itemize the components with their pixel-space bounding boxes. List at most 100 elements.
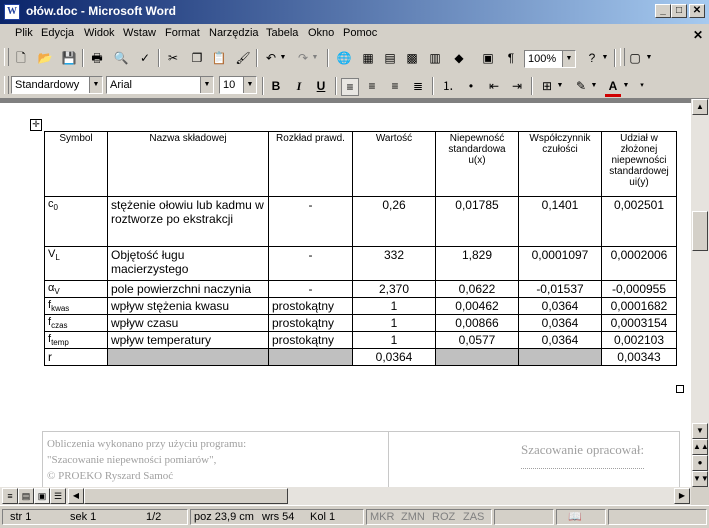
distribution-cell: -	[268, 196, 353, 247]
highlight-icon[interactable]: ✎	[573, 78, 589, 94]
font-color-icon[interactable]: A	[605, 78, 621, 97]
menu-widok[interactable]: Widok	[84, 27, 115, 39]
status-record-macro[interactable]: MKR	[370, 511, 394, 523]
next-page-icon[interactable]: ▼▼	[692, 471, 709, 487]
open-icon[interactable]: 📂	[37, 50, 53, 66]
uncertainty-table[interactable]: Symbol Nazwa składowej Rozkład prawd. Wa…	[44, 131, 677, 366]
print-layout-icon[interactable]: ▣	[34, 488, 50, 504]
symbol-sub: L	[55, 253, 60, 262]
italic-button[interactable]: I	[291, 78, 307, 94]
menu-wstaw[interactable]: Wstaw	[123, 27, 156, 39]
document-close-icon[interactable]: ✕	[693, 28, 703, 42]
status-page: str 1	[10, 511, 32, 523]
minimize-button[interactable]: _	[655, 4, 671, 18]
horizontal-scrollbar[interactable]: ≡ ▤ ▣ ☰ ◀ ▶	[0, 487, 691, 505]
chevron-down-icon[interactable]: ▼	[243, 77, 256, 93]
numbering-icon[interactable]: ⒈	[440, 78, 456, 94]
outline-view-icon[interactable]: ☰	[50, 488, 66, 504]
status-track-changes[interactable]: ZMN	[401, 511, 425, 523]
document-page[interactable]: ✛ Symbol Nazwa składowej Rozkład prawd. …	[0, 103, 691, 487]
document-map-icon[interactable]: ▣	[480, 50, 496, 66]
menu-format[interactable]: Format	[165, 27, 200, 39]
chevron-down-icon[interactable]: ▼	[645, 50, 653, 66]
hyperlink-icon[interactable]: 🌐	[336, 50, 352, 66]
save-icon[interactable]: 💾	[61, 50, 77, 66]
web-layout-icon[interactable]: ▤	[18, 488, 34, 504]
chevron-down-icon[interactable]: ▼	[622, 78, 630, 94]
previous-page-icon[interactable]: ▲▲	[692, 439, 709, 455]
align-right-icon[interactable]: ≡	[387, 78, 403, 94]
status-extend[interactable]: ROZ	[432, 511, 455, 523]
status-overtype[interactable]: ZAS	[463, 511, 484, 523]
format-painter-icon[interactable]: 🖌	[235, 50, 251, 66]
name-cell: wpływ czasu	[107, 314, 269, 332]
new-document-icon[interactable]: 🗋	[13, 50, 29, 66]
scroll-down-icon[interactable]: ▼	[692, 423, 708, 439]
style-select[interactable]: Standardowy ▼	[11, 76, 103, 94]
maximize-button[interactable]: □	[671, 4, 687, 18]
bold-button[interactable]: B	[268, 78, 284, 94]
chevron-down-icon[interactable]: ▼	[562, 51, 575, 67]
underline-button[interactable]: U	[313, 78, 329, 94]
style-value: Standardowy	[15, 79, 80, 91]
toolbar-options-icon[interactable]: ▾	[638, 78, 646, 94]
paste-icon[interactable]: 📋	[211, 50, 227, 66]
spelling-status-icon[interactable]: 📖	[568, 510, 582, 523]
print-icon[interactable]: 🖶	[89, 50, 105, 66]
chevron-down-icon[interactable]: ▼	[556, 78, 564, 94]
help-icon[interactable]: ?	[584, 50, 600, 66]
menu-pomoc[interactable]: Pomoc	[343, 27, 377, 39]
browse-object-icon[interactable]: ●	[692, 455, 708, 471]
chevron-down-icon[interactable]: ▼	[311, 50, 319, 66]
tables-borders-icon[interactable]: ▦	[360, 50, 376, 66]
pilcrow-icon[interactable]: ¶	[503, 50, 519, 66]
close-button[interactable]: ✕	[689, 4, 705, 18]
scroll-left-icon[interactable]: ◀	[68, 488, 84, 504]
toolbar-grip[interactable]	[620, 48, 625, 66]
decrease-indent-icon[interactable]: ⇤	[486, 78, 502, 94]
scroll-right-icon[interactable]: ▶	[674, 488, 690, 504]
outside-border-icon[interactable]: ⊞	[539, 78, 555, 94]
chevron-down-icon[interactable]: ▼	[279, 50, 287, 66]
align-center-icon[interactable]: ≡	[364, 78, 380, 94]
scroll-up-icon[interactable]: ▲	[692, 99, 708, 115]
zoom-select[interactable]: 100% ▼	[524, 50, 576, 68]
chevron-down-icon[interactable]: ▼	[590, 78, 598, 94]
table-move-handle-icon[interactable]: ✛	[30, 119, 42, 131]
horizontal-scroll-thumb[interactable]	[84, 488, 288, 504]
word-app-icon[interactable]: W	[4, 4, 20, 20]
menu-plik[interactable]: Plik	[15, 27, 33, 39]
toolbar-grip[interactable]	[4, 48, 9, 66]
drawing-icon[interactable]: ◆	[451, 50, 467, 66]
chevron-down-icon[interactable]: ▼	[601, 50, 609, 66]
vertical-scrollbar[interactable]: ▲ ▼ ▲▲ ● ▼▼	[691, 99, 709, 487]
scroll-thumb[interactable]	[692, 211, 708, 251]
symbol-sub: kwas	[51, 304, 70, 313]
columns-icon[interactable]: ▥	[427, 50, 443, 66]
menu-okno[interactable]: Okno	[308, 27, 334, 39]
menu-tabela[interactable]: Tabela	[266, 27, 298, 39]
spelling-icon[interactable]: ✓	[137, 50, 153, 66]
redo-icon[interactable]: ↷	[295, 50, 311, 66]
menu-edycja[interactable]: Edycja	[41, 27, 74, 39]
copy-icon[interactable]: ❐	[189, 50, 205, 66]
normal-view-icon[interactable]: ≡	[2, 488, 18, 504]
table-resize-handle[interactable]	[676, 385, 684, 393]
align-left-icon[interactable]: ≡	[341, 78, 359, 96]
insert-excel-icon[interactable]: ▩	[404, 50, 420, 66]
font-size-select[interactable]: 10 ▼	[219, 76, 257, 94]
bullets-icon[interactable]: •	[463, 78, 479, 94]
chevron-down-icon[interactable]: ▼	[200, 77, 213, 93]
justify-icon[interactable]: ≣	[410, 78, 426, 94]
font-select[interactable]: Arial ▼	[106, 76, 214, 94]
insert-table-icon[interactable]: ▤	[382, 50, 398, 66]
cut-icon[interactable]: ✂	[165, 50, 181, 66]
symbol-sub: temp	[51, 338, 69, 347]
menu-narzedzia[interactable]: Narzędzia	[209, 27, 259, 39]
chevron-down-icon[interactable]: ▼	[89, 77, 102, 93]
borders-icon[interactable]: ▢	[627, 50, 643, 66]
increase-indent-icon[interactable]: ⇥	[509, 78, 525, 94]
print-preview-icon[interactable]: 🔍	[113, 50, 129, 66]
undo-icon[interactable]: ↶	[263, 50, 279, 66]
toolbar-grip[interactable]	[4, 76, 9, 94]
